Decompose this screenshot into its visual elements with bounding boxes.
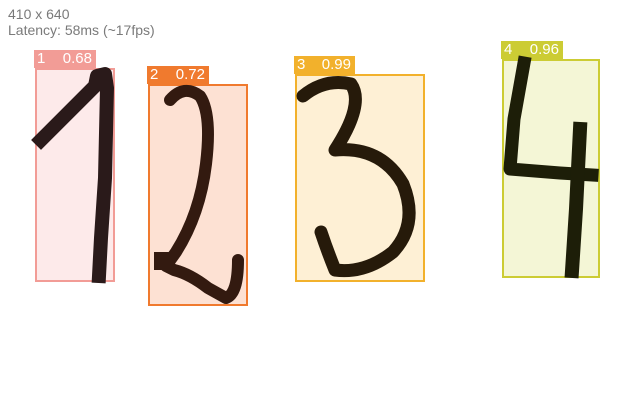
detection-tag-2: 2 0.72 [147, 66, 209, 84]
handwritten-digit-3 [296, 76, 416, 278]
detection-tag-4: 4 0.96 [501, 41, 563, 59]
detection-score-4: 0.96 [529, 41, 559, 58]
resolution-text: 410 x 640 [8, 6, 70, 22]
detection-label-2: 2 [150, 66, 159, 83]
detection-tag-1: 1 0.68 [34, 50, 96, 68]
handwritten-digit-4 [503, 55, 599, 279]
handwritten-digit-1 [31, 67, 114, 284]
detection-score-3: 0.99 [321, 56, 351, 73]
detection-label-3: 3 [297, 56, 306, 73]
detection-score-1: 0.68 [62, 50, 92, 67]
detection-label-4: 4 [504, 41, 513, 58]
stats-overlay: 410 x 640 Latency: 58ms (~17fps) [8, 6, 155, 38]
detection-tag-3: 3 0.99 [294, 56, 355, 74]
detection-label-1: 1 [37, 50, 46, 67]
detection-score-2: 0.72 [175, 66, 205, 83]
handwritten-digit-2 [154, 84, 244, 304]
latency-text: Latency: 58ms (~17fps) [8, 22, 155, 38]
